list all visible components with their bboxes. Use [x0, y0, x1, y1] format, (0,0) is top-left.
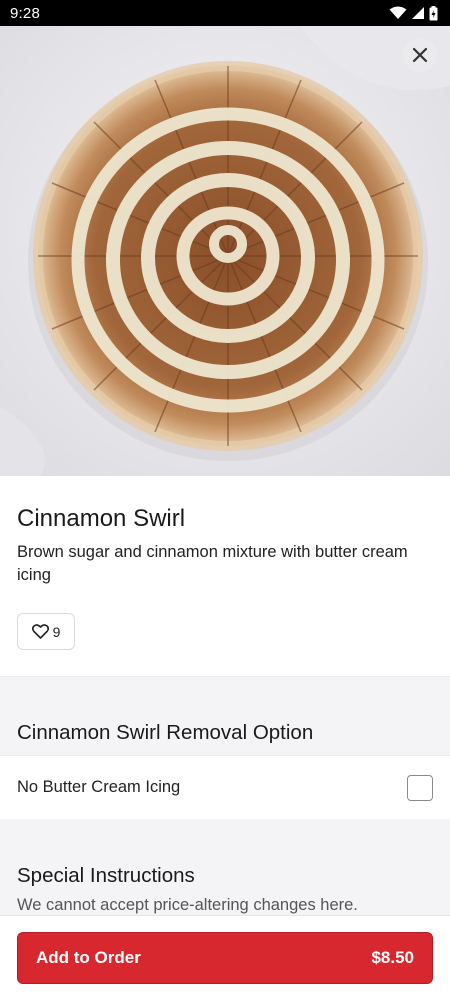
item-info: Cinnamon Swirl Brown sugar and cinnamon … [0, 476, 450, 676]
section-divider [0, 676, 450, 696]
status-bar: 9:28 [0, 0, 450, 26]
special-instructions-title: Special Instructions [17, 864, 195, 887]
bottom-bar: Add to Order $8.50 [0, 915, 450, 1000]
pizza-image [0, 26, 450, 476]
special-instructions-section: Special Instructions We cannot accept pr… [0, 849, 450, 915]
option-checkbox[interactable] [407, 774, 433, 801]
heart-icon [31, 624, 49, 639]
option-label: No Butter Cream Icing [17, 778, 181, 796]
item-title: Cinnamon Swirl [17, 505, 186, 532]
wifi-icon [389, 6, 407, 19]
option-no-butter-cream-icing[interactable]: No Butter Cream Icing [0, 755, 450, 819]
item-description: Brown sugar and cinnamon mixture with bu… [17, 543, 408, 584]
removal-section-header: Cinnamon Swirl Removal Option [0, 696, 450, 755]
status-time: 9:28 [10, 4, 40, 22]
add-to-order-label: Add to Order [36, 948, 141, 967]
special-instructions-note: We cannot accept price-altering changes … [17, 896, 358, 914]
section-divider [0, 819, 450, 849]
like-count: 9 [52, 623, 61, 640]
removal-section-title: Cinnamon Swirl Removal Option [17, 721, 314, 744]
status-icons [389, 5, 438, 21]
item-photo [0, 26, 450, 476]
add-to-order-button[interactable]: Add to Order $8.50 [17, 932, 433, 984]
close-button[interactable] [403, 38, 437, 72]
close-icon [412, 47, 428, 63]
signal-icon [412, 7, 424, 19]
battery-icon [429, 5, 438, 20]
like-button[interactable]: 9 [17, 613, 75, 650]
order-price: $8.50 [371, 948, 414, 967]
